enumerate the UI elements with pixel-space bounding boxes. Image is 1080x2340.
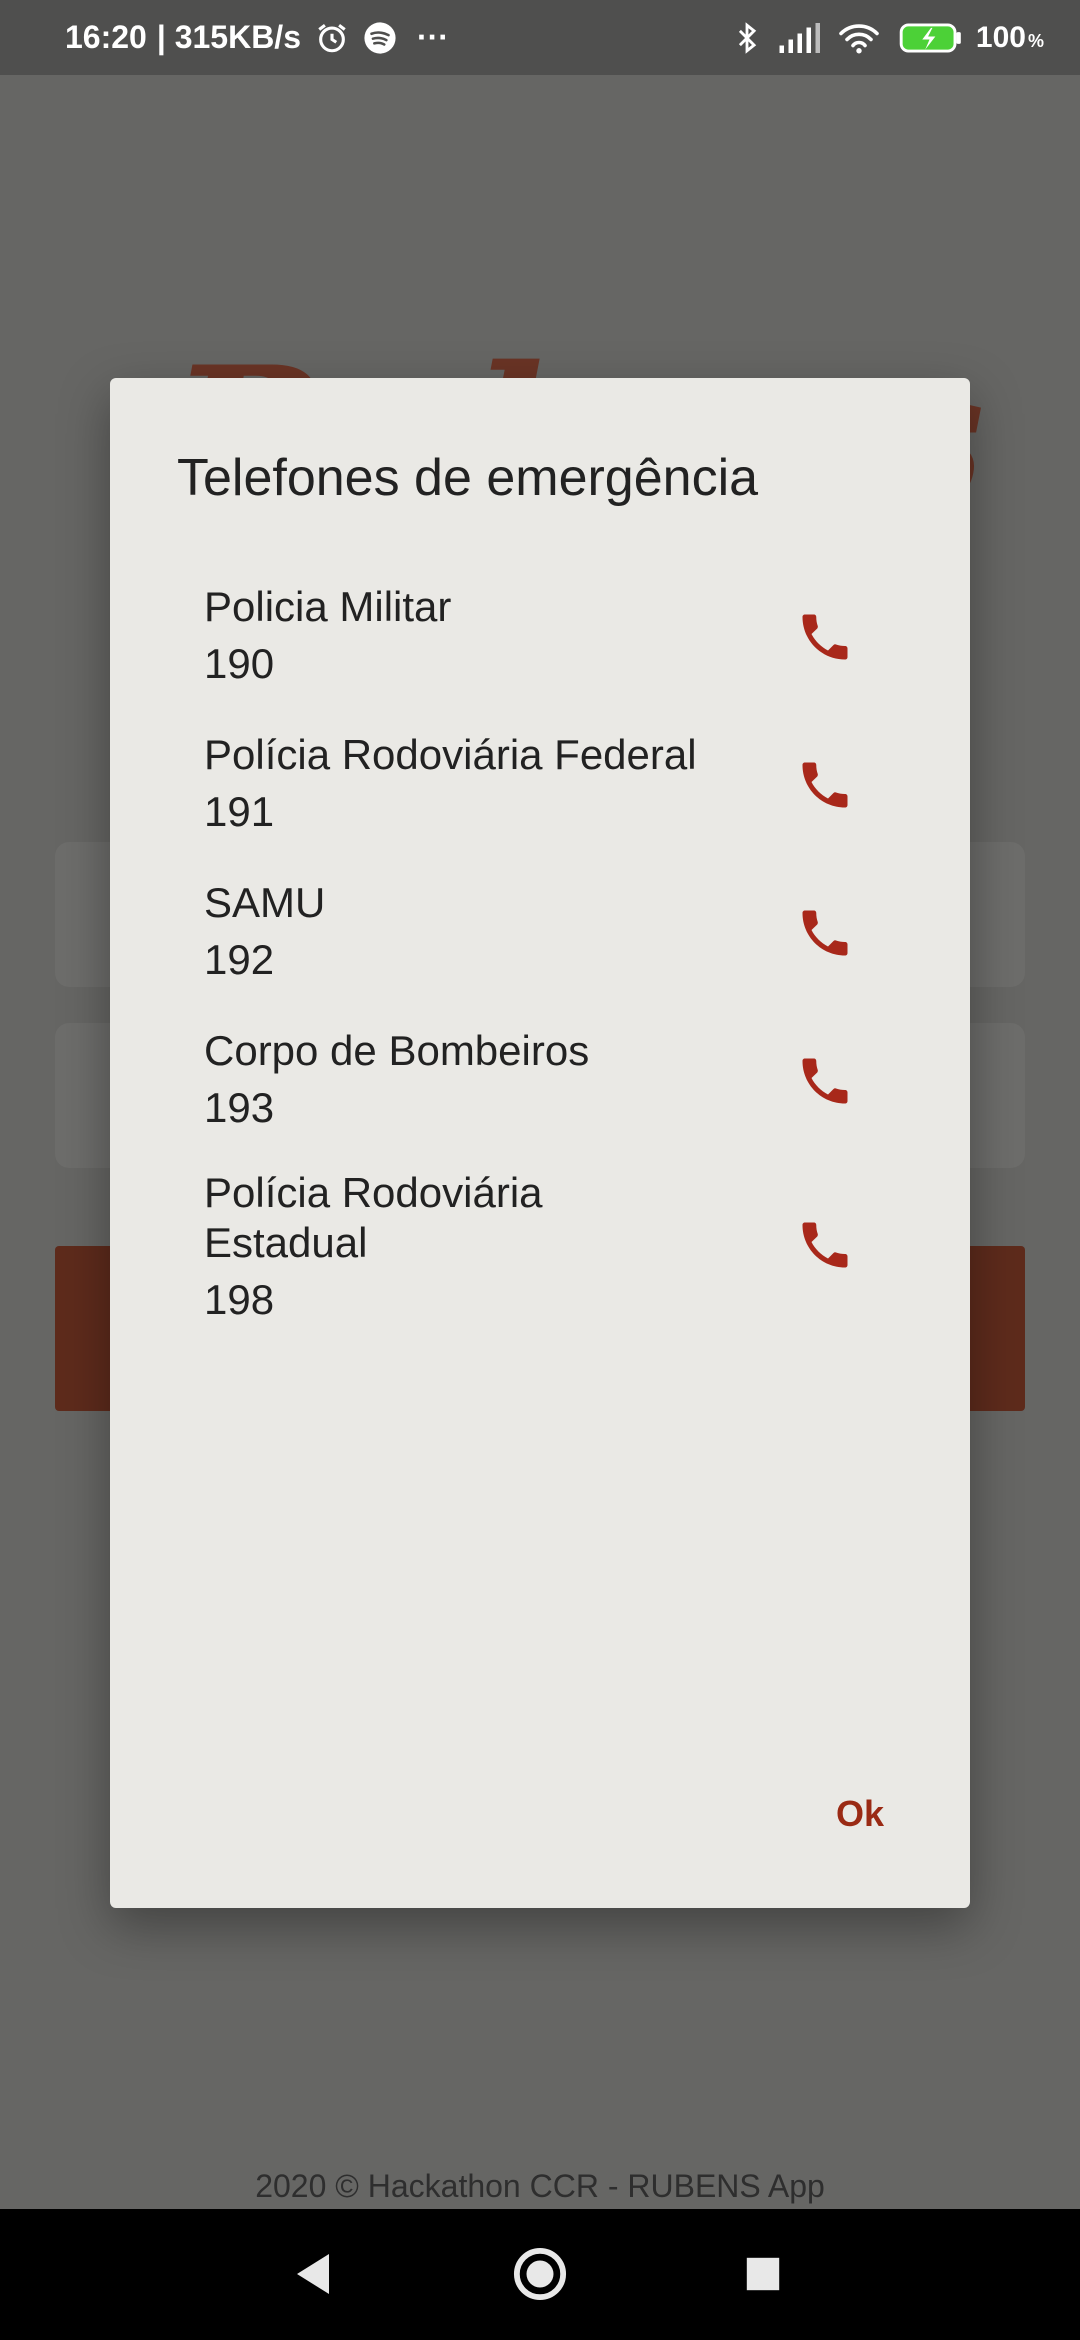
wifi-icon [838, 21, 880, 55]
contact-name: SAMU [204, 879, 326, 926]
emergency-dialog: Telefones de emergência Policia Militar … [110, 378, 970, 1908]
back-icon [297, 2254, 329, 2294]
home-icon [513, 2247, 567, 2301]
contact-name: Corpo de Bombeiros [204, 1027, 590, 1074]
phone-icon [802, 1058, 848, 1104]
bluetooth-icon [734, 21, 760, 55]
back-button[interactable] [278, 2239, 348, 2309]
call-button-samu[interactable] [790, 898, 860, 968]
status-time: 16:20 [65, 19, 147, 55]
contact-name: Policia Militar [204, 583, 452, 630]
recents-icon [746, 2257, 780, 2291]
call-button-prf[interactable] [790, 750, 860, 820]
footer-text: 2020 © Hackathon CCR - RUBENS App [255, 2168, 825, 2204]
ok-button[interactable]: Ok [836, 1793, 884, 1835]
dialog-title: Telefones de emergência [177, 449, 759, 507]
battery-charging-icon [898, 22, 964, 54]
network-speed: | 315KB/s [156, 19, 301, 55]
call-button-bombeiros[interactable] [790, 1046, 860, 1116]
call-button-pre[interactable] [790, 1210, 860, 1280]
phone-icon [802, 1222, 848, 1268]
alarm-icon [315, 21, 349, 55]
phone-icon [802, 762, 848, 808]
more-dots: ··· [416, 19, 449, 55]
phone-icon [802, 614, 848, 660]
status-bar: 16:20 | 315KB/s ··· 100% [0, 0, 1080, 75]
call-button-policia-militar[interactable] [790, 602, 860, 672]
home-button[interactable] [505, 2239, 575, 2309]
recents-button[interactable] [728, 2239, 798, 2309]
contact-name: Polícia Rodoviária Federal [204, 731, 697, 778]
signal-icon [778, 22, 820, 53]
contact-number: 198 [204, 1276, 275, 1323]
contact-name: Polícia Rodoviária Estadual [204, 1169, 543, 1266]
battery-level: 100% [975, 20, 1044, 54]
spotify-icon [363, 21, 397, 55]
nav-bar [0, 2209, 1080, 2340]
phone-icon [802, 910, 848, 956]
